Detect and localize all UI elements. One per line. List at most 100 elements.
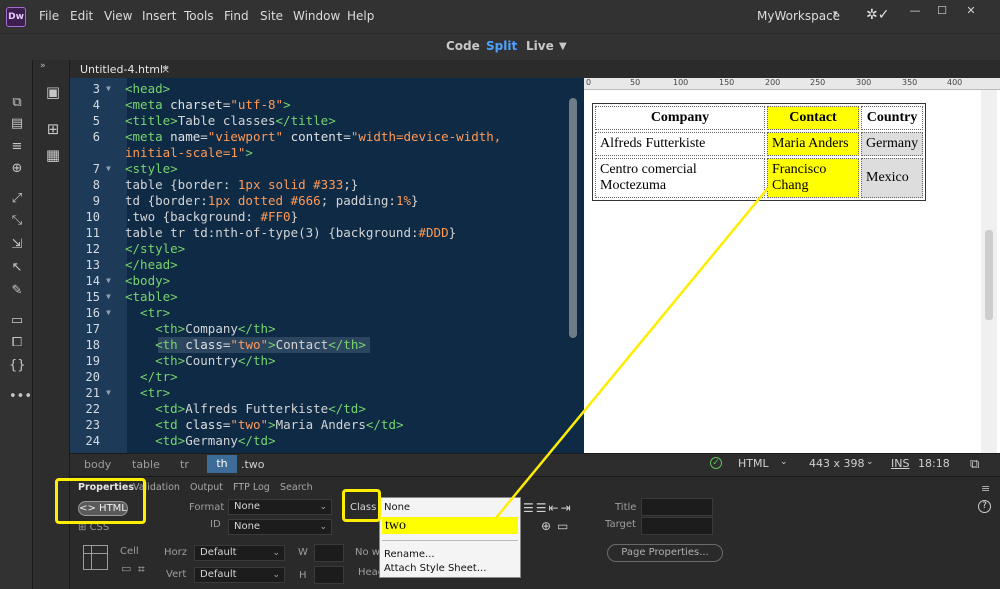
- tab-ftp-log[interactable]: FTP Log: [233, 482, 270, 493]
- format-label: Format: [189, 502, 225, 513]
- live-view-button[interactable]: Live: [526, 39, 554, 53]
- class-option-none[interactable]: None: [384, 502, 410, 513]
- folder-icon[interactable]: ▭: [557, 519, 568, 533]
- sync-settings-icon[interactable]: ✲✓: [866, 7, 889, 23]
- minimize-button[interactable]: —: [902, 4, 928, 18]
- format-select[interactable]: None ⌄: [228, 499, 332, 515]
- table-cell[interactable]: Maria Anders: [767, 132, 859, 156]
- target-select[interactable]: [641, 517, 713, 535]
- menu-site[interactable]: Site: [260, 9, 283, 23]
- window-size-select[interactable]: 443 x 398: [809, 457, 865, 470]
- split-cells-icon[interactable]: ⌗: [138, 562, 145, 577]
- code-line: 22 <td>Alfreds Futterkiste</td>: [85, 401, 366, 416]
- id-label: ID: [210, 519, 221, 530]
- breadcrumb-table[interactable]: table: [132, 458, 160, 471]
- close-button[interactable]: ✕: [958, 4, 984, 18]
- horz-select[interactable]: Default ⌄: [194, 545, 285, 561]
- menu-tools[interactable]: Tools: [184, 9, 214, 23]
- menu-help[interactable]: Help: [347, 9, 374, 23]
- vert-select[interactable]: Default ⌄: [194, 567, 285, 583]
- table-cell[interactable]: Centro comercial Moctezuma: [595, 158, 765, 198]
- snippet-icon[interactable]: ⧠: [9, 336, 25, 350]
- doctype-select[interactable]: HTML: [738, 457, 769, 470]
- document-icon[interactable]: ▤: [9, 117, 25, 131]
- table-cell[interactable]: Germany: [861, 132, 924, 156]
- dom-icon[interactable]: ▦: [44, 146, 62, 164]
- title-input[interactable]: [641, 498, 713, 516]
- code-line: 14 ▼ <body>: [85, 273, 171, 288]
- collapse-icon[interactable]: ⤡: [9, 214, 25, 228]
- list-icon[interactable]: ≡: [9, 140, 25, 154]
- braces-icon[interactable]: {}: [9, 359, 26, 373]
- target-icon[interactable]: ⊕: [9, 162, 25, 176]
- code-view-button[interactable]: Code: [446, 39, 480, 53]
- height-input[interactable]: [314, 566, 344, 584]
- expand-icon[interactable]: ⤢: [9, 192, 25, 206]
- menu-insert[interactable]: Insert: [142, 9, 176, 23]
- table-header-cell[interactable]: Contact: [767, 106, 859, 130]
- insert-mode[interactable]: INS: [891, 457, 909, 470]
- page-properties-button[interactable]: Page Properties...: [607, 544, 723, 562]
- table-cell[interactable]: Alfreds Futterkiste: [595, 132, 765, 156]
- more-icon[interactable]: •••: [9, 390, 32, 404]
- close-icon[interactable]: ×: [161, 63, 170, 76]
- menu-view[interactable]: View: [104, 9, 132, 23]
- code-line: 7 ▼ <style>: [92, 161, 178, 176]
- breadcrumb-th[interactable]: th: [207, 455, 237, 473]
- merge-cells-icon[interactable]: ▭: [121, 562, 131, 575]
- code-line: 18 <th class="two">Contact</th>: [85, 337, 366, 352]
- table-cell[interactable]: Francisco Chang: [767, 158, 859, 198]
- table-cell-icon: [83, 545, 108, 570]
- chevron-down-icon[interactable]: ▾: [833, 9, 838, 19]
- id-select[interactable]: None ⌄: [228, 519, 332, 535]
- panel-menu-icon[interactable]: ≡: [981, 482, 990, 495]
- cursor-position: 18:18: [918, 457, 950, 470]
- target-link-icon[interactable]: ⊕: [541, 519, 551, 533]
- chevron-down-icon[interactable]: ⌄: [780, 457, 788, 467]
- table-header-cell[interactable]: Country: [861, 106, 924, 130]
- code-scrollbar[interactable]: [569, 98, 577, 338]
- menu-edit[interactable]: Edit: [70, 9, 93, 23]
- tab-output[interactable]: Output: [190, 482, 223, 493]
- preview-icon[interactable]: ⧉: [970, 457, 979, 472]
- code-tag-icon[interactable]: ⧉: [9, 96, 25, 110]
- maximize-button[interactable]: ☐: [929, 4, 955, 18]
- select-icon[interactable]: ⇲: [9, 238, 25, 252]
- width-input[interactable]: [314, 544, 344, 562]
- briefcase-icon[interactable]: ▣: [44, 83, 62, 101]
- sitemap-icon[interactable]: ⊞: [44, 120, 62, 138]
- breadcrumb-body[interactable]: body: [84, 458, 111, 471]
- preview-table[interactable]: Company Contact Country Alfreds Futterki…: [592, 103, 927, 201]
- pointer-icon[interactable]: ↖: [9, 261, 25, 275]
- breadcrumb-tr[interactable]: tr: [180, 458, 189, 471]
- workspace-switcher[interactable]: MyWorkspace: [757, 9, 840, 23]
- comment-icon[interactable]: ▭: [9, 314, 25, 328]
- brush-icon[interactable]: ✎: [9, 284, 25, 298]
- menu-window[interactable]: Window: [293, 9, 340, 23]
- document-tab[interactable]: Untitled-4.html*: [80, 63, 169, 76]
- help-icon[interactable]: ?: [978, 500, 991, 513]
- chevron-down-icon[interactable]: ⌄: [866, 457, 874, 467]
- breadcrumb-class[interactable]: .two: [241, 458, 265, 471]
- rename-menu-item[interactable]: Rename...: [384, 549, 435, 560]
- code-line: 11 table tr td:nth-of-type(3) {background…: [85, 225, 457, 240]
- list-format-icons[interactable]: ☰☰⇤⇥: [523, 501, 573, 515]
- class-option-two[interactable]: two: [382, 517, 518, 534]
- split-view-button[interactable]: Split: [486, 39, 517, 53]
- table-header-cell[interactable]: Company: [595, 106, 765, 130]
- code-line: 9 td {border:1px dotted #666; padding:1%}: [92, 193, 419, 208]
- width-label: W: [298, 547, 308, 558]
- chevron-down-icon[interactable]: ▼: [559, 41, 567, 52]
- table-row: Alfreds Futterkiste Maria Anders Germany: [595, 132, 924, 156]
- menu-find[interactable]: Find: [224, 9, 249, 23]
- menu-file[interactable]: File: [39, 9, 59, 23]
- table-cell[interactable]: Mexico: [861, 158, 924, 198]
- code-line: 20 </tr>: [85, 369, 178, 384]
- attach-stylesheet-menu-item[interactable]: Attach Style Sheet...: [384, 563, 486, 574]
- expand-panel-icon[interactable]: »: [40, 61, 46, 71]
- tab-search[interactable]: Search: [280, 482, 313, 493]
- code-line: 3 ▼ <head>: [92, 81, 171, 96]
- code-line: 5 <title>Table classes</title>: [92, 113, 336, 128]
- code-lines: 3 ▼ <head> 4 <meta charset="utf-8"> 5 <title…: [64, 81, 574, 453]
- live-scrollbar-thumb[interactable]: [985, 230, 993, 320]
